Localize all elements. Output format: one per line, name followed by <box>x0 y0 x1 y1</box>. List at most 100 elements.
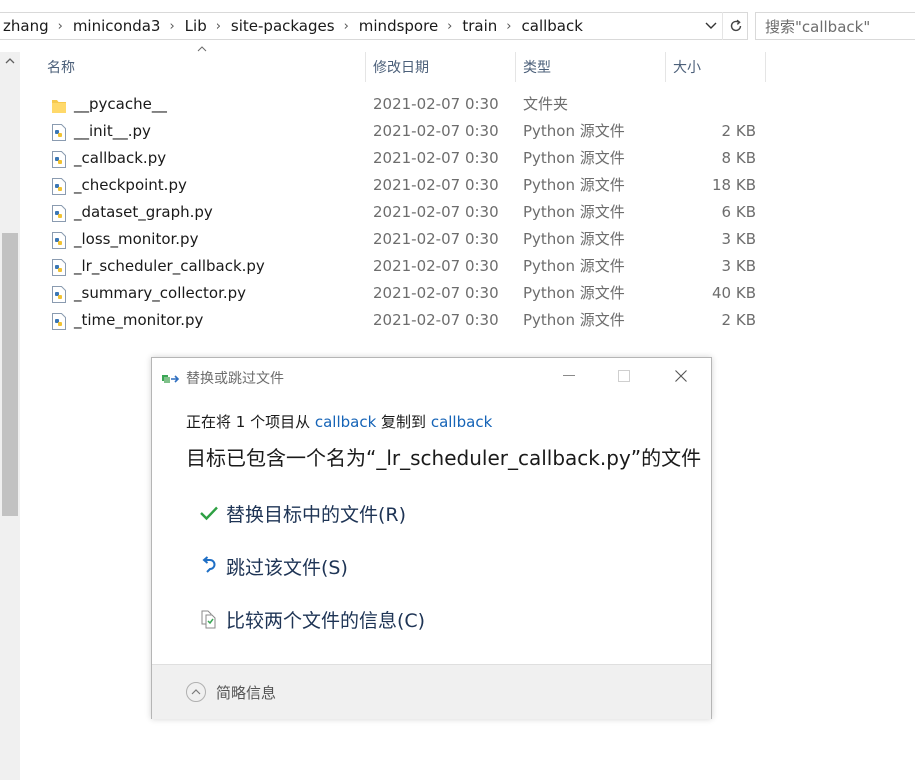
column-header-size[interactable]: 大小 <box>673 52 765 82</box>
file-modified-date: 2021-02-07 0:30 <box>373 311 499 329</box>
python-file-icon <box>52 312 66 330</box>
compare-files-icon <box>196 607 222 631</box>
file-row[interactable]: __pycache__ 2021-02-07 0:30 文件夹 <box>44 91 764 118</box>
column-header-label: 类型 <box>523 60 551 76</box>
close-icon <box>675 370 687 382</box>
python-file-icon <box>52 123 66 141</box>
maximize-icon <box>618 370 630 382</box>
file-size: 6 KB <box>721 203 756 221</box>
breadcrumb-item[interactable]: mindspore <box>356 17 442 35</box>
column-divider[interactable] <box>365 52 366 82</box>
file-row[interactable]: _dataset_graph.py 2021-02-07 0:30 Python 源… <box>44 199 764 226</box>
refresh-icon[interactable] <box>722 12 749 40</box>
file-size: 8 KB <box>721 149 756 167</box>
file-name: _callback.py <box>74 149 167 167</box>
column-divider[interactable] <box>765 52 766 82</box>
breadcrumb-separator-icon[interactable]: › <box>211 19 228 34</box>
file-row[interactable]: _callback.py 2021-02-07 0:30 Python 源文件 8 K… <box>44 145 764 172</box>
file-size: 3 KB <box>721 257 756 275</box>
scroll-up-icon[interactable] <box>0 52 20 70</box>
column-header-date[interactable]: 修改日期 <box>373 52 515 82</box>
file-modified-date: 2021-02-07 0:30 <box>373 230 499 248</box>
close-button[interactable] <box>664 362 698 390</box>
file-name: _checkpoint.py <box>74 176 187 194</box>
column-header-label: 名称 <box>47 60 75 76</box>
python-file-icon <box>52 231 66 249</box>
breadcrumb-item[interactable]: site-packages <box>228 17 339 35</box>
copy-status-text: 正在将 1 个项目从 callback 复制到 callback <box>186 411 492 432</box>
breadcrumb-item[interactable]: Lib <box>182 17 211 35</box>
file-modified-date: 2021-02-07 0:30 <box>373 95 499 113</box>
skip-arrow-icon <box>196 554 222 578</box>
fewer-details-label[interactable]: 简略信息 <box>216 682 276 703</box>
copy-status-prefix: 正在将 1 个项目从 <box>186 413 315 431</box>
column-header-name[interactable]: 名称 <box>47 52 365 82</box>
source-folder-link[interactable]: callback <box>315 413 376 431</box>
breadcrumb-separator-icon[interactable]: › <box>339 19 356 34</box>
breadcrumb-item[interactable]: callback <box>519 17 587 35</box>
breadcrumb-separator-icon[interactable]: › <box>501 19 518 34</box>
python-file-icon <box>52 258 66 276</box>
search-input[interactable]: 搜索"callback" <box>755 12 915 40</box>
file-name: __init__.py <box>74 122 151 140</box>
skip-file-option[interactable]: 跳过该文件(S) <box>196 551 348 581</box>
copy-files-icon <box>162 371 180 385</box>
file-size: 18 KB <box>712 176 756 194</box>
compare-files-option[interactable]: 比较两个文件的信息(C) <box>196 604 425 634</box>
file-type: Python 源文件 <box>523 149 625 167</box>
file-name: _loss_monitor.py <box>74 230 199 248</box>
file-modified-date: 2021-02-07 0:30 <box>373 176 499 194</box>
file-name: _time_monitor.py <box>74 311 204 329</box>
file-row[interactable]: _time_monitor.py 2021-02-07 0:30 Python 源文… <box>44 307 764 334</box>
option-label: 替换目标中的文件(R) <box>226 503 407 526</box>
column-header-label: 修改日期 <box>373 60 429 76</box>
column-header-type[interactable]: 类型 <box>523 52 665 82</box>
column-divider[interactable] <box>515 52 516 82</box>
python-file-icon <box>52 150 66 168</box>
file-type: Python 源文件 <box>523 122 625 140</box>
python-file-icon <box>52 177 66 195</box>
checkmark-icon <box>196 501 222 525</box>
breadcrumb-item[interactable]: miniconda3 <box>70 17 165 35</box>
file-row[interactable]: __init__.py 2021-02-07 0:30 Python 源文件 2 KB <box>44 118 764 145</box>
copy-status-middle: 复制到 <box>376 413 431 431</box>
file-type: Python 源文件 <box>523 230 625 248</box>
file-row[interactable]: _checkpoint.py 2021-02-07 0:30 Python 源文件 1… <box>44 172 764 199</box>
destination-folder-link[interactable]: callback <box>431 413 492 431</box>
column-divider[interactable] <box>665 52 666 82</box>
vertical-scrollbar[interactable] <box>0 52 20 780</box>
file-type: Python 源文件 <box>523 203 625 221</box>
breadcrumb-separator-icon[interactable]: › <box>164 19 181 34</box>
dialog-title: 替换或跳过文件 <box>186 371 284 387</box>
file-size: 2 KB <box>721 122 756 140</box>
file-name: _dataset_graph.py <box>74 203 213 221</box>
file-row[interactable]: _summary_collector.py 2021-02-07 0:30 Pyth… <box>44 280 764 307</box>
chevron-up-icon <box>191 689 201 695</box>
dialog-footer: 简略信息 <box>152 664 711 719</box>
file-name: _lr_scheduler_callback.py <box>74 257 265 275</box>
file-type: Python 源文件 <box>523 311 625 329</box>
replace-or-skip-dialog: 替换或跳过文件 正在将 1 个项目从 callback 复制到 callback… <box>151 357 712 719</box>
expand-details-button[interactable] <box>186 682 206 702</box>
file-type: Python 源文件 <box>523 176 625 194</box>
file-row[interactable]: _lr_scheduler_callback.py 2021-02-07 0:30… <box>44 253 764 280</box>
column-header-label: 大小 <box>673 60 701 76</box>
breadcrumb: zhang › miniconda3 › Lib › site-packages › m… <box>0 17 587 35</box>
option-label: 跳过该文件(S) <box>226 556 348 579</box>
file-size: 2 KB <box>721 311 756 329</box>
minimize-button[interactable] <box>554 362 584 390</box>
replace-file-option[interactable]: 替换目标中的文件(R) <box>196 498 406 528</box>
chevron-down-icon[interactable] <box>700 12 722 40</box>
file-size: 3 KB <box>721 230 756 248</box>
file-size: 40 KB <box>712 284 756 302</box>
python-file-icon <box>52 285 66 303</box>
breadcrumb-separator-icon[interactable]: › <box>53 19 70 34</box>
scrollbar-thumb[interactable] <box>2 233 18 516</box>
breadcrumb-item[interactable]: train <box>459 17 501 35</box>
address-bar[interactable]: zhang › miniconda3 › Lib › site-packages › m… <box>0 12 748 40</box>
file-row[interactable]: _loss_monitor.py 2021-02-07 0:30 Python 源文… <box>44 226 764 253</box>
maximize-button[interactable] <box>609 362 639 390</box>
breadcrumb-item[interactable]: zhang <box>0 17 53 35</box>
file-modified-date: 2021-02-07 0:30 <box>373 122 499 140</box>
breadcrumb-separator-icon[interactable]: › <box>442 19 459 34</box>
